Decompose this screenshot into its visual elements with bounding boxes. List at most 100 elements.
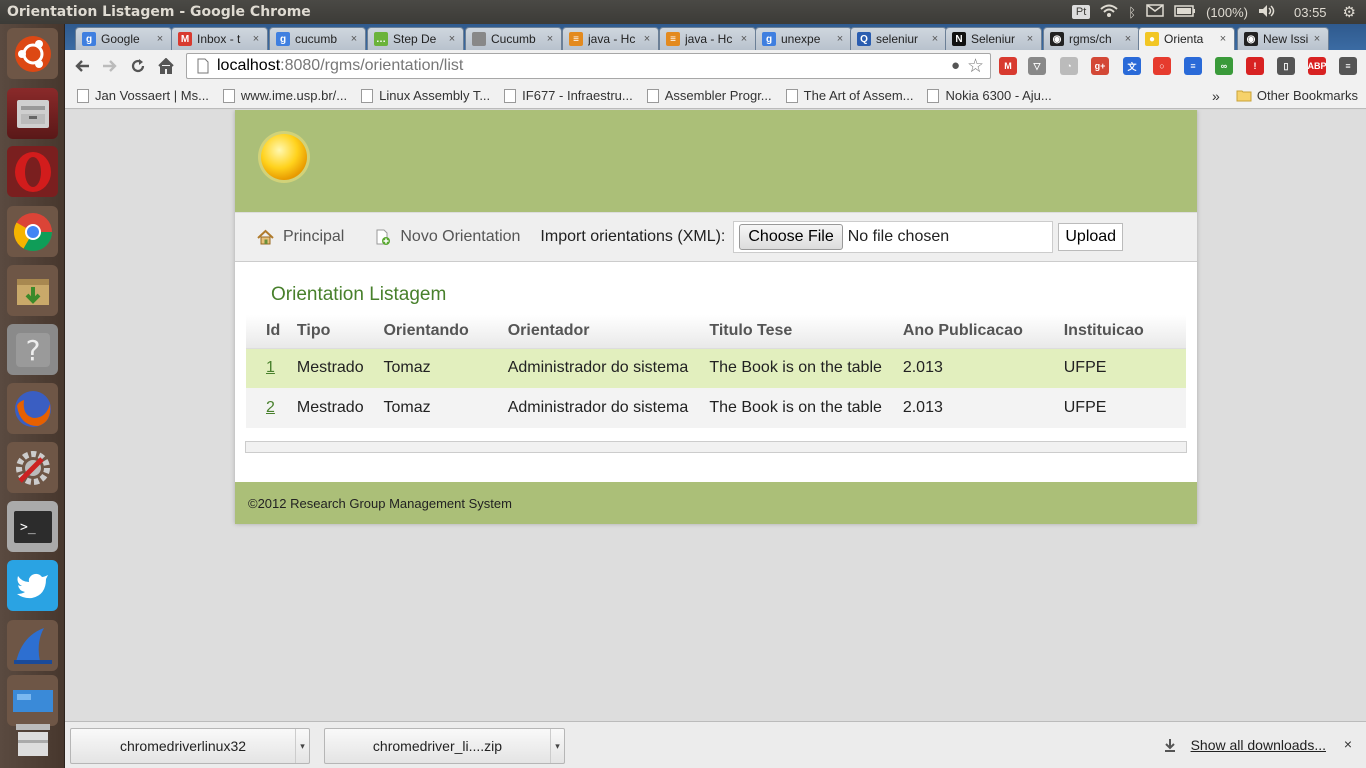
download-item[interactable]: chromedriverlinux32 ▾ [70, 728, 310, 764]
tab-13[interactable]: ◉ New Issi × [1237, 27, 1329, 50]
bookmark-item[interactable]: IF677 - Infraestru... [504, 88, 633, 103]
column-header[interactable]: Id [246, 315, 297, 349]
bookmark-item[interactable]: Assembler Progr... [646, 88, 772, 103]
tab-3[interactable]: g cucumb × [269, 27, 366, 50]
tab-close-icon[interactable]: × [737, 33, 751, 45]
download-item[interactable]: chromedriver_li....zip ▾ [324, 728, 565, 764]
tab-close-icon[interactable]: × [153, 33, 167, 45]
address-bar[interactable]: localhost:8080/rgms/orientation/list ● ☆ [186, 53, 991, 79]
choose-file-button[interactable]: Choose File [739, 224, 843, 250]
table-row: 2 Mestrado Tomaz Administrador do sistema Th… [246, 388, 1186, 428]
other-bookmarks-folder[interactable]: Other Bookmarks [1236, 88, 1358, 103]
wireshark-icon[interactable] [7, 620, 58, 671]
column-header[interactable]: Ano Publicacao [902, 315, 1064, 349]
bookmark-star-icon[interactable]: ☆ [967, 55, 984, 78]
tab-close-icon[interactable]: × [347, 33, 361, 45]
bookmark-item[interactable]: Nokia 6300 - Aju... [927, 88, 1052, 103]
tab-close-icon[interactable]: × [833, 33, 847, 45]
tab-2[interactable]: M Inbox - t × [171, 27, 268, 50]
tab-9[interactable]: Qseleniur × [850, 27, 947, 50]
link-icon[interactable]: ∞ [1215, 57, 1233, 75]
chrome-icon[interactable] [7, 206, 58, 257]
menu-icon[interactable]: ≡ [1339, 57, 1357, 75]
tab-12[interactable]: ● Orienta × [1138, 27, 1235, 50]
bookmark-item[interactable]: Linux Assembly T... [361, 88, 490, 103]
column-header[interactable]: Orientando [383, 315, 508, 349]
tab-1[interactable]: g Google × [75, 27, 172, 50]
close-icon[interactable]: × [1344, 736, 1352, 752]
terminal-icon[interactable]: >_ [7, 501, 58, 552]
bookmarks-overflow-chevron[interactable]: » [1212, 88, 1220, 104]
tab-close-icon[interactable]: × [1121, 33, 1135, 45]
clock[interactable]: 03:55 [1294, 5, 1327, 20]
nav-principal-link[interactable]: Principal [257, 228, 344, 246]
tab-close-icon[interactable]: × [1310, 33, 1324, 45]
new-document-icon [376, 229, 391, 245]
bell-icon[interactable]: ◔ [1060, 57, 1078, 75]
twitter-icon[interactable] [7, 560, 58, 611]
show-all-downloads-link[interactable]: Show all downloads... [1163, 737, 1326, 753]
row-id-link[interactable]: 1 [266, 359, 275, 376]
tab-10[interactable]: N Seleniur × [945, 27, 1042, 50]
bookmark-page-icon [504, 88, 517, 103]
column-header[interactable]: Instituicao [1063, 315, 1186, 349]
gear-icon[interactable]: ⚙ [1343, 3, 1356, 21]
adblock-icon[interactable]: ABP [1308, 57, 1327, 75]
trash-icon[interactable] [7, 714, 58, 765]
tab-11[interactable]: ◉ rgms/ch × [1043, 27, 1140, 50]
lightbulb-icon[interactable]: ● [951, 57, 960, 74]
upload-button[interactable]: Upload [1058, 223, 1124, 251]
pocket-icon[interactable]: ▽ [1028, 57, 1046, 75]
gmail-ext-icon[interactable]: M [999, 57, 1017, 75]
tab-close-icon[interactable]: × [640, 33, 654, 45]
nav-novo-orientation-link[interactable]: Novo Orientation [374, 228, 520, 246]
tab-4[interactable]: … Step De × [367, 27, 464, 50]
tab-close-icon[interactable]: × [1023, 33, 1037, 45]
forward-button[interactable] [97, 53, 123, 79]
home-button[interactable] [153, 53, 179, 79]
back-button[interactable] [69, 53, 95, 79]
column-header[interactable]: Tipo [296, 315, 384, 349]
chevron-down-icon[interactable]: ▾ [550, 729, 564, 763]
opera-icon[interactable] [7, 146, 58, 197]
files-icon[interactable] [7, 88, 58, 139]
keyboard-layout-indicator[interactable]: Pt [1071, 5, 1091, 19]
ubuntu-dash-icon[interactable] [7, 28, 58, 79]
tab-6[interactable]: ≡ java - Hc × [562, 27, 659, 50]
battery-icon[interactable] [1174, 4, 1196, 20]
house-icon [257, 229, 274, 244]
column-header[interactable]: Titulo Tese [709, 315, 903, 349]
tab-8[interactable]: g unexpe × [755, 27, 852, 50]
wifi-icon[interactable] [1100, 4, 1118, 21]
firefox-icon[interactable] [7, 383, 58, 434]
stack-icon[interactable]: ≡ [1184, 57, 1202, 75]
tab-close-icon[interactable]: × [249, 33, 263, 45]
reload-button[interactable] [125, 53, 151, 79]
bookmark-item[interactable]: The Art of Assem... [785, 88, 913, 103]
tab-close-icon[interactable]: × [543, 33, 557, 45]
translate-icon[interactable]: 文 [1123, 57, 1141, 75]
archive-manager-icon[interactable] [7, 265, 58, 316]
help-icon[interactable]: ? [7, 324, 58, 375]
mail-icon[interactable] [1146, 4, 1164, 20]
system-settings-icon[interactable] [7, 442, 58, 493]
phone-icon[interactable]: ▯ [1277, 57, 1295, 75]
tab-close-icon[interactable]: × [1216, 33, 1230, 45]
file-input[interactable]: Choose File No file chosen [733, 221, 1054, 253]
tab-label: New Issi [1263, 32, 1309, 46]
tab-7[interactable]: ≡ java - Hc × [659, 27, 756, 50]
bluetooth-icon[interactable]: ᛒ [1128, 5, 1136, 20]
column-header[interactable]: Orientador [507, 315, 710, 349]
tab-close-icon[interactable]: × [445, 33, 459, 45]
page-title: Orientation Listagem [271, 284, 447, 305]
tab-close-icon[interactable]: × [928, 33, 942, 45]
bookmark-item[interactable]: Jan Vossaert | Ms... [77, 88, 209, 103]
alert-icon[interactable]: ! [1246, 57, 1264, 75]
tab-5[interactable]: Cucumb × [465, 27, 562, 50]
bookmark-item[interactable]: www.ime.usp.br/... [222, 88, 347, 103]
remote-icon[interactable]: ○ [1153, 57, 1171, 75]
chevron-down-icon[interactable]: ▾ [295, 729, 309, 763]
google-plus-icon[interactable]: g+ [1091, 57, 1109, 75]
volume-icon[interactable] [1258, 4, 1276, 21]
row-id-link[interactable]: 2 [266, 399, 275, 416]
